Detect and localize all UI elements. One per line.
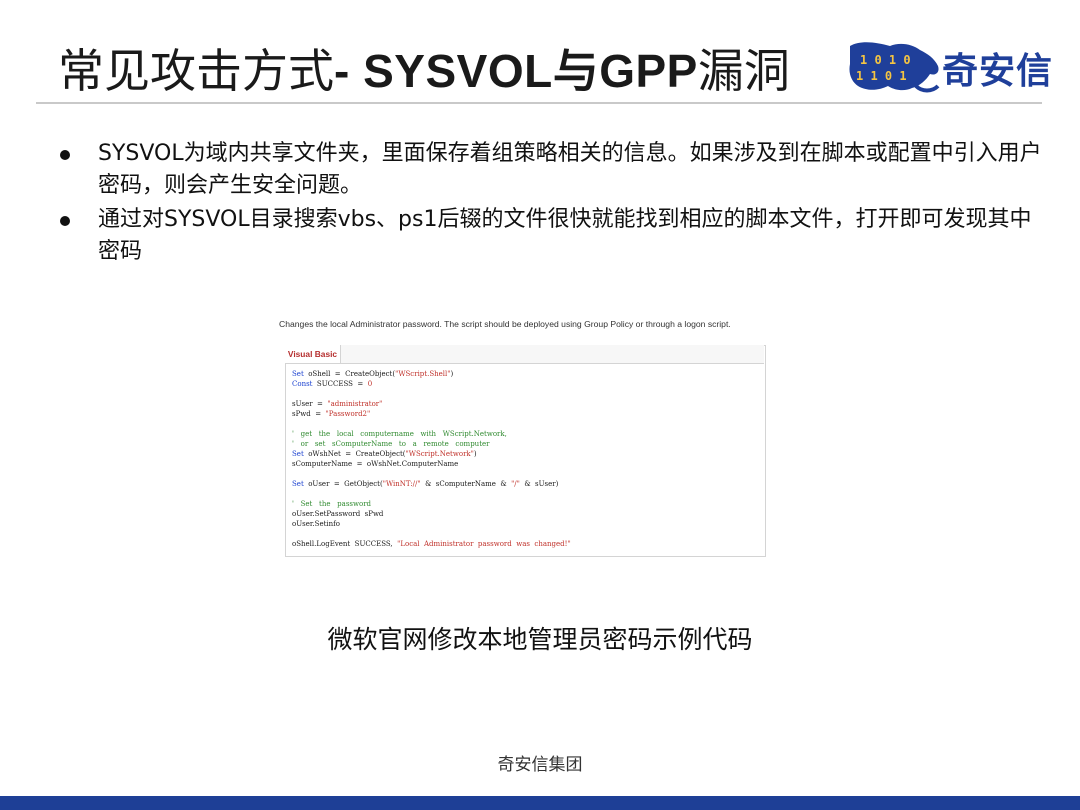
code-line: oShell.LogEvent SUCCESS, "Local Administ…: [292, 539, 571, 549]
bottom-accent-bar: [0, 796, 1080, 810]
bullet-text: SYSVOL为域内共享文件夹，里面保存着组策略相关的信息。如果涉及到在脚本或配置…: [98, 141, 1042, 198]
code-token: sUser =: [292, 400, 328, 408]
code-token: "administrator": [327, 400, 383, 408]
code-token: oUser.SetPassword sPwd: [292, 510, 384, 518]
code-token: ' Set the password: [292, 500, 372, 508]
code-token: oShell.LogEvent SUCCESS,: [292, 540, 398, 548]
code-token: & sUser): [519, 480, 559, 488]
svg-text:1 1 0 1: 1 1 0 1: [856, 69, 907, 83]
code-token: Set: [292, 370, 304, 378]
code-token: & sComputerName &: [420, 480, 512, 488]
code-token: SUCCESS =: [312, 380, 368, 388]
code-lines: Set oShell = CreateObject("WScript.Shell…: [292, 369, 571, 549]
title-english: - SYSVOL与GPP: [334, 45, 698, 97]
code-token: Set: [292, 450, 304, 458]
slide-title: 常见攻击方式- SYSVOL与GPP漏洞: [58, 38, 790, 104]
bullet-item: SYSVOL为域内共享文件夹，里面保存着组策略相关的信息。如果涉及到在脚本或配置…: [52, 138, 1052, 202]
code-token: "WScript.Shell": [395, 370, 451, 378]
code-line: ' or set sComputerName to a remote compu…: [292, 439, 571, 449]
code-language-tab[interactable]: Visual Basic: [285, 345, 341, 364]
code-tab-bar: [340, 345, 764, 364]
code-line: Set oWshNet = CreateObject("WScript.Netw…: [292, 449, 571, 459]
svg-text:1 0 1 0: 1 0 1 0: [860, 53, 911, 67]
code-token: Set: [292, 480, 304, 488]
logo-wordmark: 奇安信: [942, 51, 1054, 92]
code-line: Const SUCCESS = 0: [292, 379, 571, 389]
code-line: sPwd = "Password2": [292, 409, 571, 419]
code-token: "Local Administrator password was change…: [397, 540, 571, 548]
bullet-dot-icon: [60, 150, 70, 160]
code-line: sComputerName = oWshNet.ComputerName: [292, 459, 571, 469]
code-token: "WScript.Network": [405, 450, 474, 458]
bullet-dot-icon: [60, 216, 70, 226]
code-line: Set oUser = GetObject("WinNT://" & sComp…: [292, 479, 571, 489]
code-token: oUser = GetObject(: [303, 480, 383, 488]
code-line: oUser.Setinfo: [292, 519, 571, 529]
bullet-item: 通过对SYSVOL目录搜索vbs、ps1后辍的文件很快就能找到相应的脚本文件，打…: [52, 204, 1052, 268]
code-token: "WinNT://": [382, 480, 421, 488]
code-line: oUser.SetPassword sPwd: [292, 509, 571, 519]
code-token: ' get the local computername with WScrip…: [292, 430, 507, 438]
code-token: ): [473, 450, 477, 458]
code-token: oShell = CreateObject(: [303, 370, 396, 378]
code-token: "Password2": [325, 410, 371, 418]
code-line: sUser = "administrator": [292, 399, 571, 409]
code-token: ' or set sComputerName to a remote compu…: [292, 440, 490, 448]
bullet-list: SYSVOL为域内共享文件夹，里面保存着组策略相关的信息。如果涉及到在脚本或配置…: [52, 138, 1052, 270]
code-token: 0: [367, 380, 373, 388]
title-chinese-2: 漏洞: [697, 44, 790, 98]
code-line: ' get the local computername with WScrip…: [292, 429, 571, 439]
footer-company: 奇安信集团: [497, 755, 583, 775]
code-line: ' Set the password: [292, 499, 571, 509]
title-chinese: 常见攻击方式: [58, 44, 334, 98]
code-token: sPwd =: [292, 410, 326, 418]
company-logo: 1 0 1 0 1 1 0 1 奇安信: [846, 36, 1052, 98]
code-token: oWshNet = CreateObject(: [303, 450, 406, 458]
bullet-text: 通过对SYSVOL目录搜索vbs、ps1后辍的文件很快就能找到相应的脚本文件，打…: [98, 207, 1032, 264]
leopard-logo-icon: 1 0 1 0 1 1 0 1: [849, 42, 940, 93]
title-divider: [36, 102, 1042, 104]
figure-caption: 微软官网修改本地管理员密码示例代码: [327, 625, 753, 654]
code-description: Changes the local Administrator password…: [279, 319, 731, 329]
code-line: Set oShell = CreateObject("WScript.Shell…: [292, 369, 571, 379]
code-token: ): [450, 370, 454, 378]
code-token: oUser.Setinfo: [292, 520, 340, 528]
code-token: sComputerName = oWshNet.ComputerName: [292, 460, 459, 468]
code-token: "/": [511, 480, 520, 488]
code-token: Const: [292, 380, 313, 388]
